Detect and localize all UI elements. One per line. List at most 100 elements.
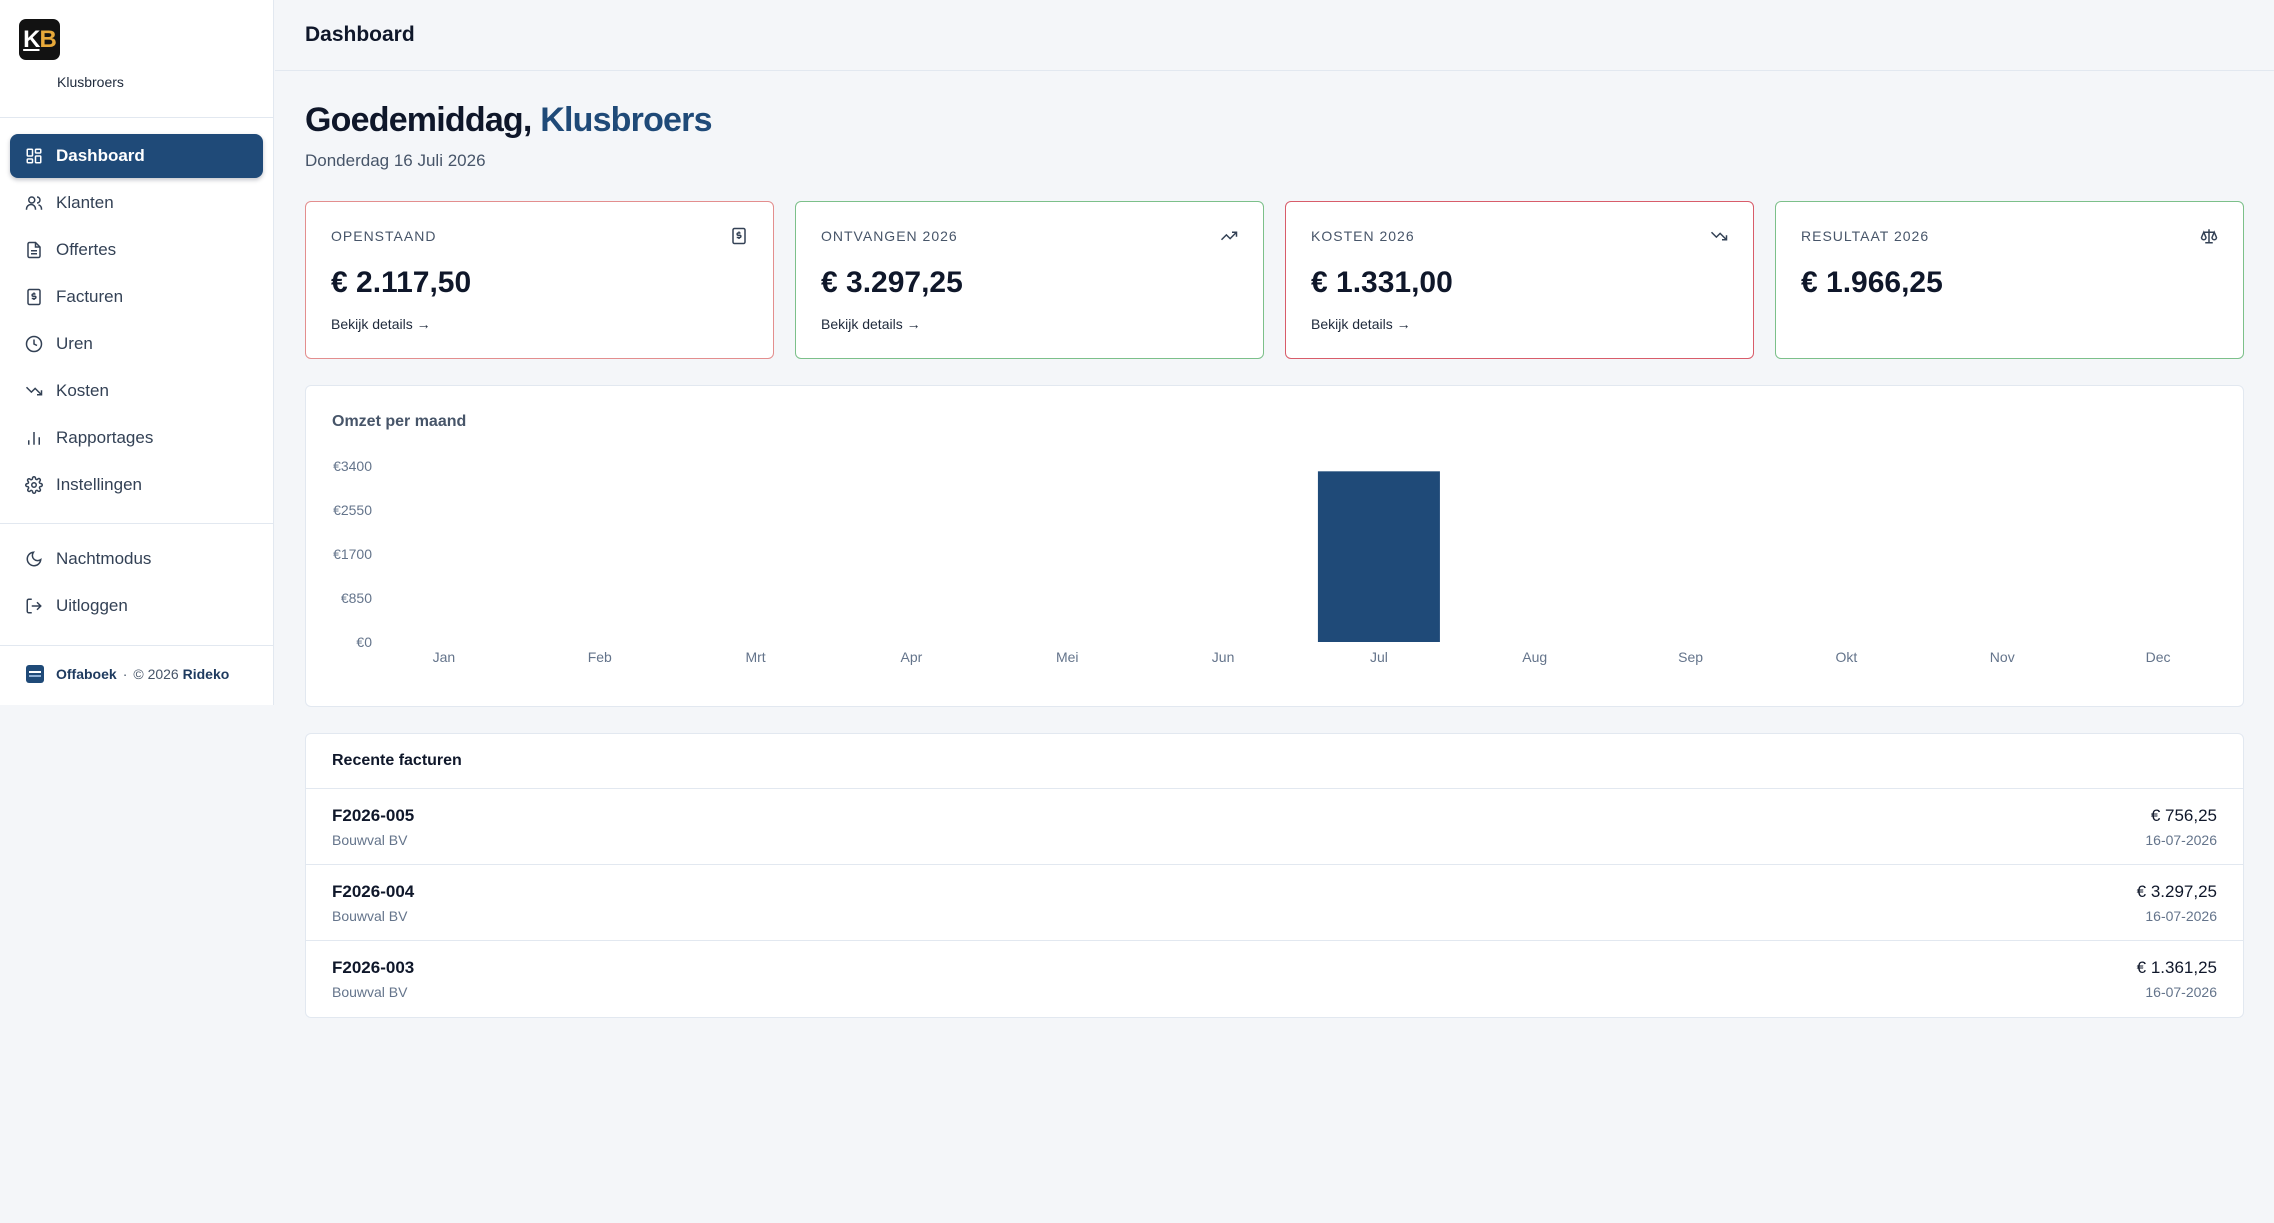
x-tick-label: Feb [588,649,612,665]
y-tick-label: €1700 [333,546,372,562]
document-icon [27,241,41,259]
footer-separator: · [122,665,128,682]
x-tick-label: Okt [1836,649,1858,665]
logo-letter-b: B [39,25,57,53]
card-resultaat: RESULTAAT 2026 € 1.966,25 [1775,201,2244,359]
greeting-heading: Goedemiddag, Klusbroers [305,101,2244,140]
sidebar-item-label: Klanten [56,193,114,212]
sidebar-item-rapportages[interactable]: Rapportages [10,416,263,460]
sidebar-item-label: Dashboard [56,146,145,165]
company-name: Klusbroers [57,74,124,90]
invoice-client: Bouwval BV [332,831,408,848]
x-tick-label: Jan [433,649,456,665]
x-tick-label: Jun [1212,649,1235,665]
invoice-amount: € 1.361,25 [2136,958,2217,977]
sidebar-item-instellingen[interactable]: Instellingen [10,463,263,507]
x-tick-label: Aug [1522,649,1547,665]
invoice-number: F2026-004 [332,881,415,901]
sidebar-item-label: Uren [56,334,93,353]
brand: KB Klusbroers [0,0,273,118]
details-link[interactable]: Bekijk details → [821,316,921,332]
sidebar-footer: Offaboek · © 2026 Rideko [0,646,273,701]
app-name: Offaboek [56,665,117,682]
trending-down-icon [1710,231,1728,241]
current-date: Donderdag 16 Juli 2026 [305,151,486,170]
x-tick-label: Sep [1678,649,1703,665]
invoice-row[interactable]: F2026-005 Bouwval BV € 756,25 16-07-2026 [306,789,2243,865]
card-label: OPENSTAAND [331,228,437,244]
invoice-icon [27,288,41,306]
sidebar-item-offertes[interactable]: Offertes [10,228,263,272]
greeting-name: Klusbroers [540,101,712,139]
trending-up-icon [1220,231,1238,241]
y-tick-label: €0 [356,634,372,650]
y-tick-label: €3400 [333,458,372,474]
invoice-client: Bouwval BV [332,984,408,1000]
summary-cards: OPENSTAAND € 2.117,50 Bekijk details → O… [305,201,2244,359]
scale-icon [2200,229,2218,244]
invoice-number: F2026-003 [332,958,415,977]
invoice-number: F2026-005 [332,805,415,825]
main-nav: Dashboard Klanten Offertes Facturen Uren… [0,118,273,524]
sidebar-item-dashboard[interactable]: Dashboard [10,134,263,178]
sidebar-item-label: Uitloggen [56,596,128,615]
x-tick-label: Mrt [745,649,765,665]
sidebar-item-label: Rapportages [56,428,154,447]
card-openstaand: OPENSTAAND € 2.117,50 Bekijk details → [305,201,774,359]
sidebar-item-label: Instellingen [56,475,143,494]
x-tick-label: Dec [2146,649,2171,665]
logo-letter-k: K [23,25,40,53]
chart-bar[interactable] [1317,471,1440,642]
sidebar-item-label: Kosten [56,381,109,400]
dark-mode-toggle[interactable]: Nachtmodus [10,537,263,581]
trending-down-icon [25,386,43,396]
invoice-date: 16-07-2026 [2145,907,2217,924]
company-logo[interactable]: KB [19,19,60,60]
vendor-link[interactable]: Rideko [183,666,230,682]
invoice-amount: € 3.297,25 [2136,881,2217,901]
sidebar-item-label: Offertes [56,240,117,259]
card-label: RESULTAAT 2026 [1801,228,1930,244]
x-tick-label: Apr [901,649,923,665]
clock-icon [25,335,43,353]
sidebar: KB Klusbroers Dashboard Klanten Offertes… [0,0,274,705]
invoice-row[interactable]: F2026-003 Bouwval BV € 1.361,25 16-07-20… [306,941,2243,1017]
invoice-row[interactable]: F2026-004 Bouwval BV € 3.297,25 16-07-20… [306,865,2243,941]
revenue-chart-card: Omzet per maand €0 €850 €1700 €2550 €3400 Jan… [305,385,2244,707]
copyright: © 2026 [133,665,179,682]
invoice-icon [732,227,746,245]
topbar: Dashboard [275,0,2274,71]
details-link[interactable]: Bekijk details → [1311,316,1411,332]
grid-icon [26,148,42,164]
details-link[interactable]: Bekijk details → [331,316,431,332]
users-icon [25,196,43,210]
y-tick-label: €2550 [333,502,372,518]
card-value: € 2.117,50 [331,266,472,299]
greeting-prefix: Goedemiddag, [305,101,532,139]
sidebar-item-label: Nachtmodus [56,549,152,568]
app-logo-icon [26,664,44,683]
x-tick-label: Mei [1056,649,1079,665]
card-ontvangen: ONTVANGEN 2026 € 3.297,25 Bekijk details… [795,201,1264,359]
sidebar-item-uren[interactable]: Uren [10,322,263,366]
bar-chart-icon [28,432,40,445]
sidebar-item-kosten[interactable]: Kosten [10,369,263,413]
card-value: € 1.966,25 [1801,266,1943,299]
recent-invoices: Recente facturen F2026-005 Bouwval BV € … [305,733,2244,1018]
sidebar-item-label: Facturen [56,287,124,306]
sidebar-item-klanten[interactable]: Klanten [10,181,263,225]
x-tick-label: Nov [1990,649,2015,665]
invoice-client: Bouwval BV [332,907,408,924]
sidebar-item-facturen[interactable]: Facturen [10,275,263,319]
card-kosten: KOSTEN 2026 € 1.331,00 Bekijk details → [1285,201,1754,359]
card-label: ONTVANGEN 2026 [821,228,958,244]
secondary-nav: Nachtmodus Uitloggen [0,524,273,646]
gear-icon [25,476,43,494]
recent-invoices-title: Recente facturen [306,734,2243,789]
logout-button[interactable]: Uitloggen [10,584,263,628]
revenue-bar-chart: €0 €850 €1700 €2550 €3400 Jan Feb Mrt Apr Mei Jun J… [333,458,2171,665]
card-label: KOSTEN 2026 [1311,228,1415,244]
card-value: € 3.297,25 [821,266,963,299]
card-value: € 1.331,00 [1311,266,1453,299]
page-title: Dashboard [305,23,415,46]
